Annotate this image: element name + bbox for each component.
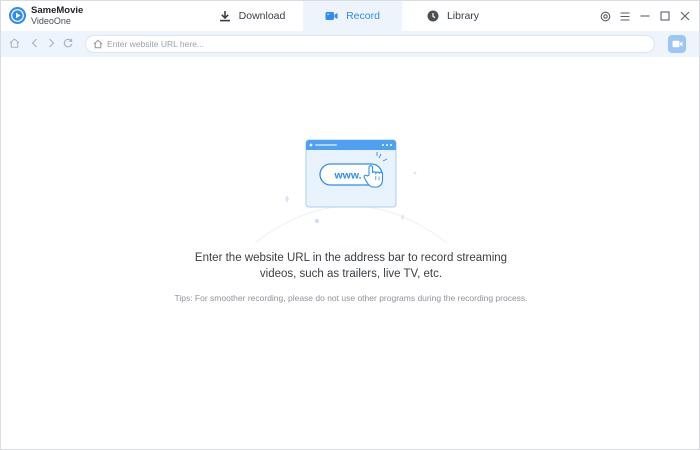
menu-icon [620, 11, 630, 21]
forward-icon [48, 38, 54, 48]
record-button[interactable] [668, 35, 686, 53]
minimize-icon [640, 15, 650, 17]
download-icon [219, 11, 230, 22]
title-bar: SameMovie VideoOne Download Record Libra… [1, 1, 699, 31]
www-badge-text: www. [333, 170, 361, 182]
home-small-icon [93, 39, 103, 49]
record-main-panel: www. Enter the website URL in the addres… [1, 57, 699, 449]
refresh-icon [63, 38, 73, 48]
maximize-button[interactable] [657, 8, 673, 24]
instruction-line2: videos, such as trailers, live TV, etc. [259, 268, 443, 280]
instruction-line1: Enter the website URL in the address bar… [194, 252, 508, 264]
url-field[interactable] [85, 35, 655, 53]
maximize-icon [660, 11, 670, 21]
refresh-button[interactable] [61, 36, 75, 50]
clock-icon [427, 10, 439, 22]
browser-illustration: www. [251, 139, 451, 259]
tab-download[interactable]: Download [201, 1, 303, 31]
tab-library[interactable]: Library [402, 1, 504, 31]
app-window: SameMovie VideoOne Download Record Libra… [0, 0, 700, 450]
settings-icon [600, 11, 610, 21]
tab-download-label: Download [238, 10, 286, 22]
app-name-line1: SameMovie [31, 5, 84, 16]
tips-text: Tips: For smoother recording, please do … [174, 293, 528, 303]
tab-library-label: Library [446, 10, 480, 22]
tab-record-label: Record [346, 10, 380, 22]
close-button[interactable] [677, 8, 693, 24]
close-icon [680, 11, 690, 21]
record-camera-icon [672, 40, 682, 48]
app-name: SameMovie VideoOne [31, 5, 83, 27]
settings-button[interactable] [597, 8, 613, 24]
address-bar [1, 31, 699, 57]
forward-button[interactable] [44, 36, 58, 50]
tab-record[interactable]: Record [303, 1, 402, 31]
back-icon [31, 38, 37, 48]
home-button[interactable] [7, 36, 21, 50]
instruction-message: Enter the website URL in the address bar… [151, 250, 551, 282]
menu-button[interactable] [617, 8, 633, 24]
app-name-line2: VideoOne [31, 16, 71, 26]
video-camera-icon [325, 12, 338, 20]
home-icon [9, 38, 19, 48]
url-input[interactable] [107, 37, 637, 51]
play-logo-icon [9, 7, 26, 24]
back-button[interactable] [27, 36, 41, 50]
minimize-button[interactable] [637, 8, 653, 24]
